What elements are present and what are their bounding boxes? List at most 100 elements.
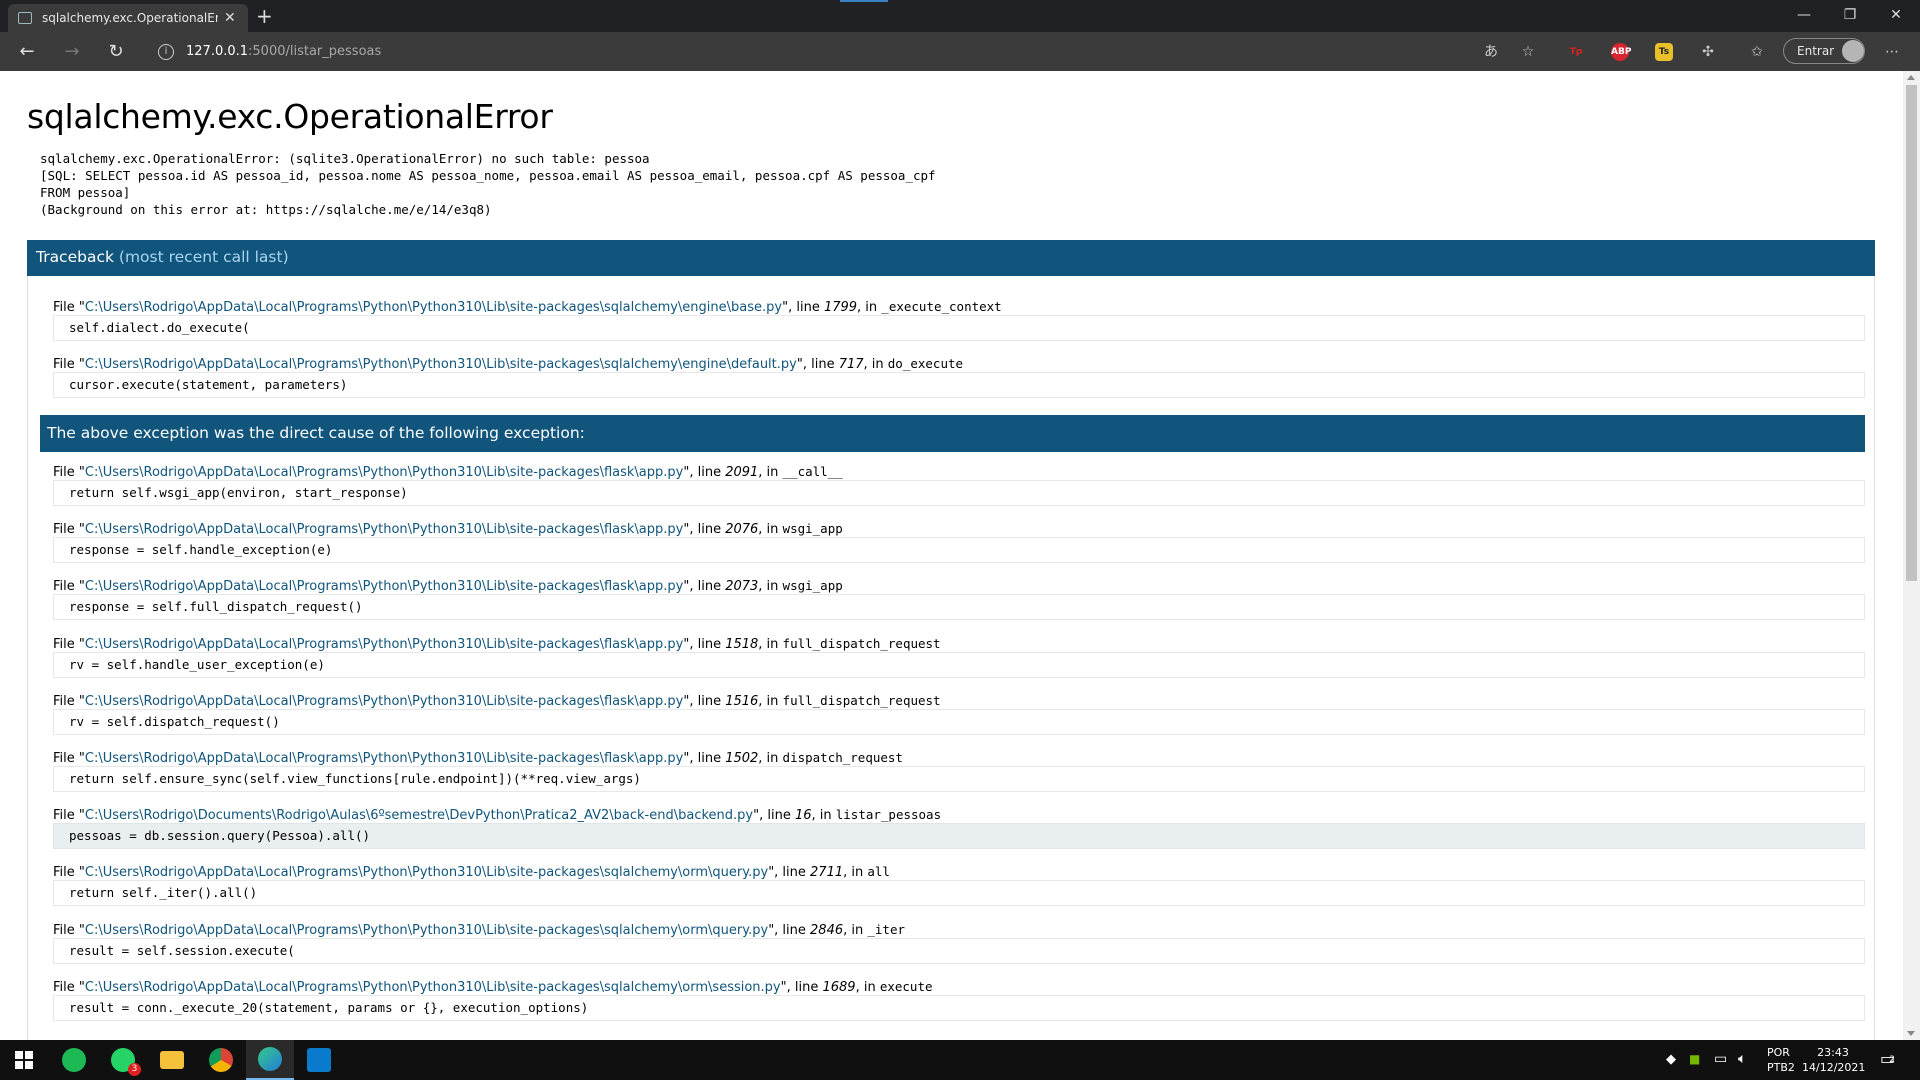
frame-file-path: C:\Users\Rodrigo\AppData\Local\Programs\…	[84, 751, 684, 766]
frame-file-path: C:\Users\Rodrigo\AppData\Local\Programs\…	[84, 636, 684, 652]
page-icon	[18, 12, 32, 24]
frame-source-line[interactable]: result = conn._execute_20(statement, par…	[53, 994, 1865, 1021]
frame-source-line[interactable]: cursor.execute(statement, parameters)	[53, 372, 1865, 398]
frame-line-number: 2846	[810, 922, 844, 938]
browser-toolbar: ← → ↻ i 127.0.0.1:5000/listar_pessoas あ …	[0, 32, 1920, 71]
file-explorer-icon[interactable]	[148, 1040, 196, 1080]
tab-strip-accent	[840, 0, 888, 2]
frame-line-number: 1516	[725, 693, 759, 709]
reload-icon[interactable]: ↻	[99, 32, 133, 71]
chrome-icon[interactable]	[197, 1040, 245, 1080]
settings-menu-icon[interactable]: ⋯	[1880, 40, 1904, 64]
minimize-icon[interactable]: —	[1784, 4, 1824, 26]
traceback-frame-location: File "C:\Users\Rodrigo\AppData\Local\Pro…	[53, 864, 890, 881]
scrollbar[interactable]	[1903, 71, 1920, 1040]
frame-function-name: wsgi_app	[782, 521, 843, 537]
scroll-up-icon[interactable]	[1907, 75, 1915, 80]
frame-function-name: full_dispatch_request	[782, 635, 941, 651]
frame-source-line[interactable]: return self.wsgi_app(environ, start_resp…	[53, 480, 1865, 506]
frame-line-number: 1502	[725, 751, 759, 766]
frame-file-path: C:\Users\Rodrigo\AppData\Local\Programs\…	[84, 979, 781, 995]
url-text: 127.0.0.1:5000/listar_pessoas	[186, 44, 382, 59]
traceback-frame-location: File "C:\Users\Rodrigo\AppData\Local\Pro…	[53, 464, 843, 480]
frame-function-name: do_execute	[887, 356, 964, 371]
close-window-icon[interactable]: ✕	[1876, 4, 1916, 26]
frame-source-line[interactable]: return self.ensure_sync(self.view_functi…	[53, 766, 1865, 792]
tray-nvidia-icon[interactable]: ■	[1689, 1052, 1700, 1092]
error-message: sqlalchemy.exc.OperationalError: (sqlite…	[40, 151, 936, 217]
frame-line-number: 2711	[810, 865, 844, 881]
restore-icon[interactable]: ❐	[1830, 4, 1870, 26]
frame-file-path: C:\Users\Rodrigo\AppData\Local\Programs\…	[84, 579, 684, 595]
traceback-frame-location: File "C:\Users\Rodrigo\Documents\Rodrigo…	[53, 807, 942, 824]
frame-function-name: wsgi_app	[782, 578, 843, 594]
frame-source-line[interactable]: response = self.full_dispatch_request()	[53, 594, 1865, 621]
scrollbar-thumb[interactable]	[1906, 85, 1917, 581]
new-tab-button[interactable]: +	[256, 4, 273, 28]
network-icon[interactable]: ▭	[1714, 1051, 1727, 1091]
frame-function-name: full_dispatch_request	[782, 692, 941, 708]
language-indicator[interactable]: POR PTB2	[1767, 1045, 1795, 1085]
traceback-frame-location: File "C:\Users\Rodrigo\AppData\Local\Pro…	[53, 978, 933, 995]
frame-file-path: C:\Users\Rodrigo\AppData\Local\Programs\…	[84, 865, 769, 881]
traceback-frame-location: File "C:\Users\Rodrigo\AppData\Local\Pro…	[53, 356, 964, 372]
avatar	[1842, 40, 1864, 62]
frame-function-name: all	[867, 864, 890, 880]
clock[interactable]: 23:43 14/12/2021	[1802, 1045, 1865, 1085]
adblock-plus-icon[interactable]: ABP	[1611, 43, 1631, 61]
traceback-frame-location: File "C:\Users\Rodrigo\AppData\Local\Pro…	[53, 521, 843, 538]
site-info-icon[interactable]: i	[158, 43, 174, 60]
tab-strip: sqlalchemy.exc.OperationalError ✕ + — ❐ …	[0, 0, 1920, 32]
extension-tp-icon[interactable]: Tp	[1567, 43, 1585, 61]
error-title: sqlalchemy.exc.OperationalError	[27, 97, 553, 136]
frame-source-line[interactable]: response = self.handle_exception(e)	[53, 537, 1865, 564]
address-bar[interactable]: i 127.0.0.1:5000/listar_pessoas	[144, 37, 1484, 66]
frame-source-line[interactable]: result = self.session.execute(	[53, 937, 1865, 964]
frame-function-name: _iter	[867, 921, 906, 937]
frame-function-name: __call__	[782, 464, 843, 479]
tray-google-icon[interactable]: ◆	[1666, 1052, 1676, 1092]
back-icon[interactable]: ←	[10, 32, 44, 71]
traceback-frame-location: File "C:\Users\Rodrigo\AppData\Local\Pro…	[53, 921, 906, 938]
whatsapp-badge: 3	[128, 1063, 141, 1076]
traceback-frame-location: File "C:\Users\Rodrigo\AppData\Local\Pro…	[53, 578, 843, 595]
frame-source-line[interactable]: self.dialect.do_execute(	[53, 315, 1865, 341]
frame-source-line[interactable]: pessoas = db.session.query(Pessoa).all()	[53, 823, 1865, 850]
vscode-icon[interactable]	[295, 1040, 343, 1080]
extension-yellow-icon[interactable]: Ts	[1655, 43, 1673, 61]
frame-file-path: C:\Users\Rodrigo\AppData\Local\Programs\…	[84, 300, 783, 315]
taskbar: 3 ◆ ■ ▭ 🔈︎ POR PTB2 23:43 14/12/2021 ▭ 2	[0, 1040, 1920, 1080]
frame-file-path: C:\Users\Rodrigo\AppData\Local\Programs\…	[84, 465, 684, 480]
traceback-frame-location: File "C:\Users\Rodrigo\AppData\Local\Pro…	[53, 635, 941, 652]
spotify-icon[interactable]	[50, 1040, 98, 1080]
forward-icon[interactable]: →	[55, 32, 89, 71]
add-favorite-icon[interactable]: ☆	[1516, 40, 1540, 64]
frame-source-line[interactable]: return self._iter().all()	[53, 880, 1865, 907]
favorites-icon[interactable]: ✩	[1745, 40, 1769, 64]
frame-source-line[interactable]: rv = self.handle_user_exception(e)	[53, 651, 1865, 678]
read-aloud-icon[interactable]: あ	[1479, 40, 1503, 64]
frame-line-number: 2091	[725, 465, 759, 480]
frame-line-number: 1799	[823, 300, 858, 315]
signin-button[interactable]: Entrar	[1783, 38, 1865, 64]
scroll-down-icon[interactable]	[1907, 1031, 1915, 1036]
notifications-icon[interactable]: ▭ 2	[1880, 1049, 1906, 1089]
frame-line-number: 717	[838, 357, 864, 372]
frame-file-path: C:\Users\Rodrigo\AppData\Local\Programs\…	[84, 522, 684, 538]
frame-line-number: 1518	[725, 636, 759, 652]
whatsapp-icon[interactable]: 3	[99, 1040, 147, 1080]
traceback-header: Traceback (most recent call last)	[27, 240, 1875, 276]
traceback-frame-location: File "C:\Users\Rodrigo\AppData\Local\Pro…	[53, 750, 903, 766]
notification-badge: 2	[1889, 1055, 1895, 1065]
frame-line-number: 1689	[822, 979, 856, 995]
frame-function-name: _execute_context	[881, 299, 1002, 314]
tab-active[interactable]: sqlalchemy.exc.OperationalError ✕	[8, 4, 248, 32]
volume-icon[interactable]: 🔈︎	[1738, 1051, 1746, 1091]
edge-icon[interactable]	[246, 1040, 294, 1080]
extensions-icon[interactable]: ✣	[1696, 40, 1720, 64]
frame-file-path: C:\Users\Rodrigo\AppData\Local\Programs\…	[84, 357, 797, 372]
windows-start-icon[interactable]	[0, 1040, 48, 1080]
frame-source-line[interactable]: rv = self.dispatch_request()	[53, 708, 1865, 735]
direct-cause-banner: The above exception was the direct cause…	[40, 415, 1865, 452]
close-tab-icon[interactable]: ✕	[224, 10, 236, 26]
